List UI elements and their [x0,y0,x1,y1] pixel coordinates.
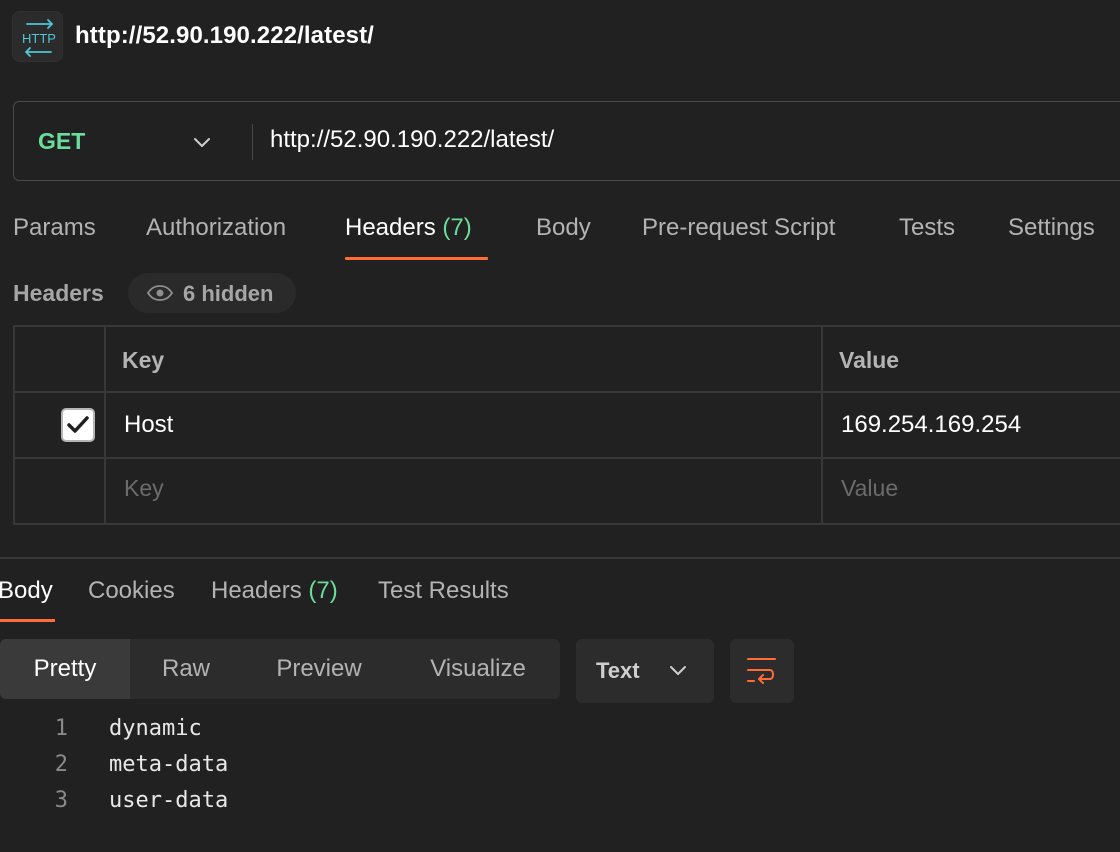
divider [252,124,253,160]
chevron-down-icon [670,666,686,675]
column-divider [104,327,106,525]
url-input[interactable]: http://52.90.190.222/latest/ [270,126,554,154]
hidden-headers-toggle[interactable]: 6 hidden [128,273,296,313]
wrap-text-icon [747,658,776,684]
header-key-cell[interactable]: Host [124,411,173,439]
row-divider [15,391,1120,393]
column-header-key: Key [122,347,165,373]
view-visualize-button[interactable]: Visualize [396,639,560,699]
line-content: dynamic [109,716,202,741]
request-bar: GET http://52.90.190.222/latest/ [13,101,1120,181]
title-bar: HTTP http://52.90.190.222/latest/ [0,0,1120,74]
tab-tests[interactable]: Tests [899,214,955,242]
response-tab-cookies[interactable]: Cookies [88,577,175,605]
tab-pre-request-script[interactable]: Pre-request Script [642,214,835,242]
hidden-count: 6 hidden [183,281,274,306]
line-content: user-data [109,788,229,813]
tab-authorization[interactable]: Authorization [146,214,286,242]
request-title[interactable]: http://52.90.190.222/latest/ [75,22,374,50]
checkmark-icon [67,416,89,433]
tab-body[interactable]: Body [536,214,591,242]
method-select[interactable]: GET [38,128,85,155]
response-headers-count: (7) [308,577,338,604]
row-divider [15,457,1120,459]
column-header-value: Value [839,347,900,373]
response-tab-headers[interactable]: Headers (7) [211,577,338,605]
new-value-input[interactable]: Value [841,475,898,502]
response-tab-test-results[interactable]: Test Results [378,577,509,605]
line-number: 3 [54,788,68,813]
body-view-selector: Pretty Raw Preview Visualize [0,639,560,699]
request-tabs: Params Authorization Headers (7) Body Pr… [0,210,1120,264]
response-divider [0,557,1120,559]
header-enabled-checkbox[interactable] [61,408,95,442]
headers-table: Key Value Host 169.254.169.254 Key Value [13,325,1120,525]
code-line: 2 meta-data [0,752,1120,788]
tab-params[interactable]: Params [13,214,96,242]
headers-count: (7) [442,214,472,241]
active-tab-indicator [345,257,488,260]
svg-text:HTTP: HTTP [22,31,56,46]
eye-icon [147,285,173,301]
headers-label: Headers [13,280,104,306]
header-value-cell[interactable]: 169.254.169.254 [841,411,1021,439]
chevron-down-icon[interactable] [192,132,212,152]
column-divider [821,327,823,525]
line-content: meta-data [109,752,229,777]
new-key-input[interactable]: Key [124,475,164,502]
code-line: 1 dynamic [0,716,1120,752]
tab-headers[interactable]: Headers (7) [345,214,472,242]
active-response-tab-indicator [0,619,55,622]
tab-settings[interactable]: Settings [1008,214,1095,242]
code-line: 3 user-data [0,788,1120,824]
response-tab-body[interactable]: Body [0,577,53,605]
line-number: 2 [54,752,68,777]
wrap-lines-button[interactable] [730,639,794,703]
view-preview-button[interactable]: Preview [242,639,396,699]
line-number: 1 [54,716,68,741]
view-raw-button[interactable]: Raw [130,639,242,699]
view-pretty-button[interactable]: Pretty [0,639,130,699]
format-select[interactable]: Text [576,639,714,703]
format-label: Text [596,658,640,683]
http-request-icon: HTTP [12,11,63,62]
